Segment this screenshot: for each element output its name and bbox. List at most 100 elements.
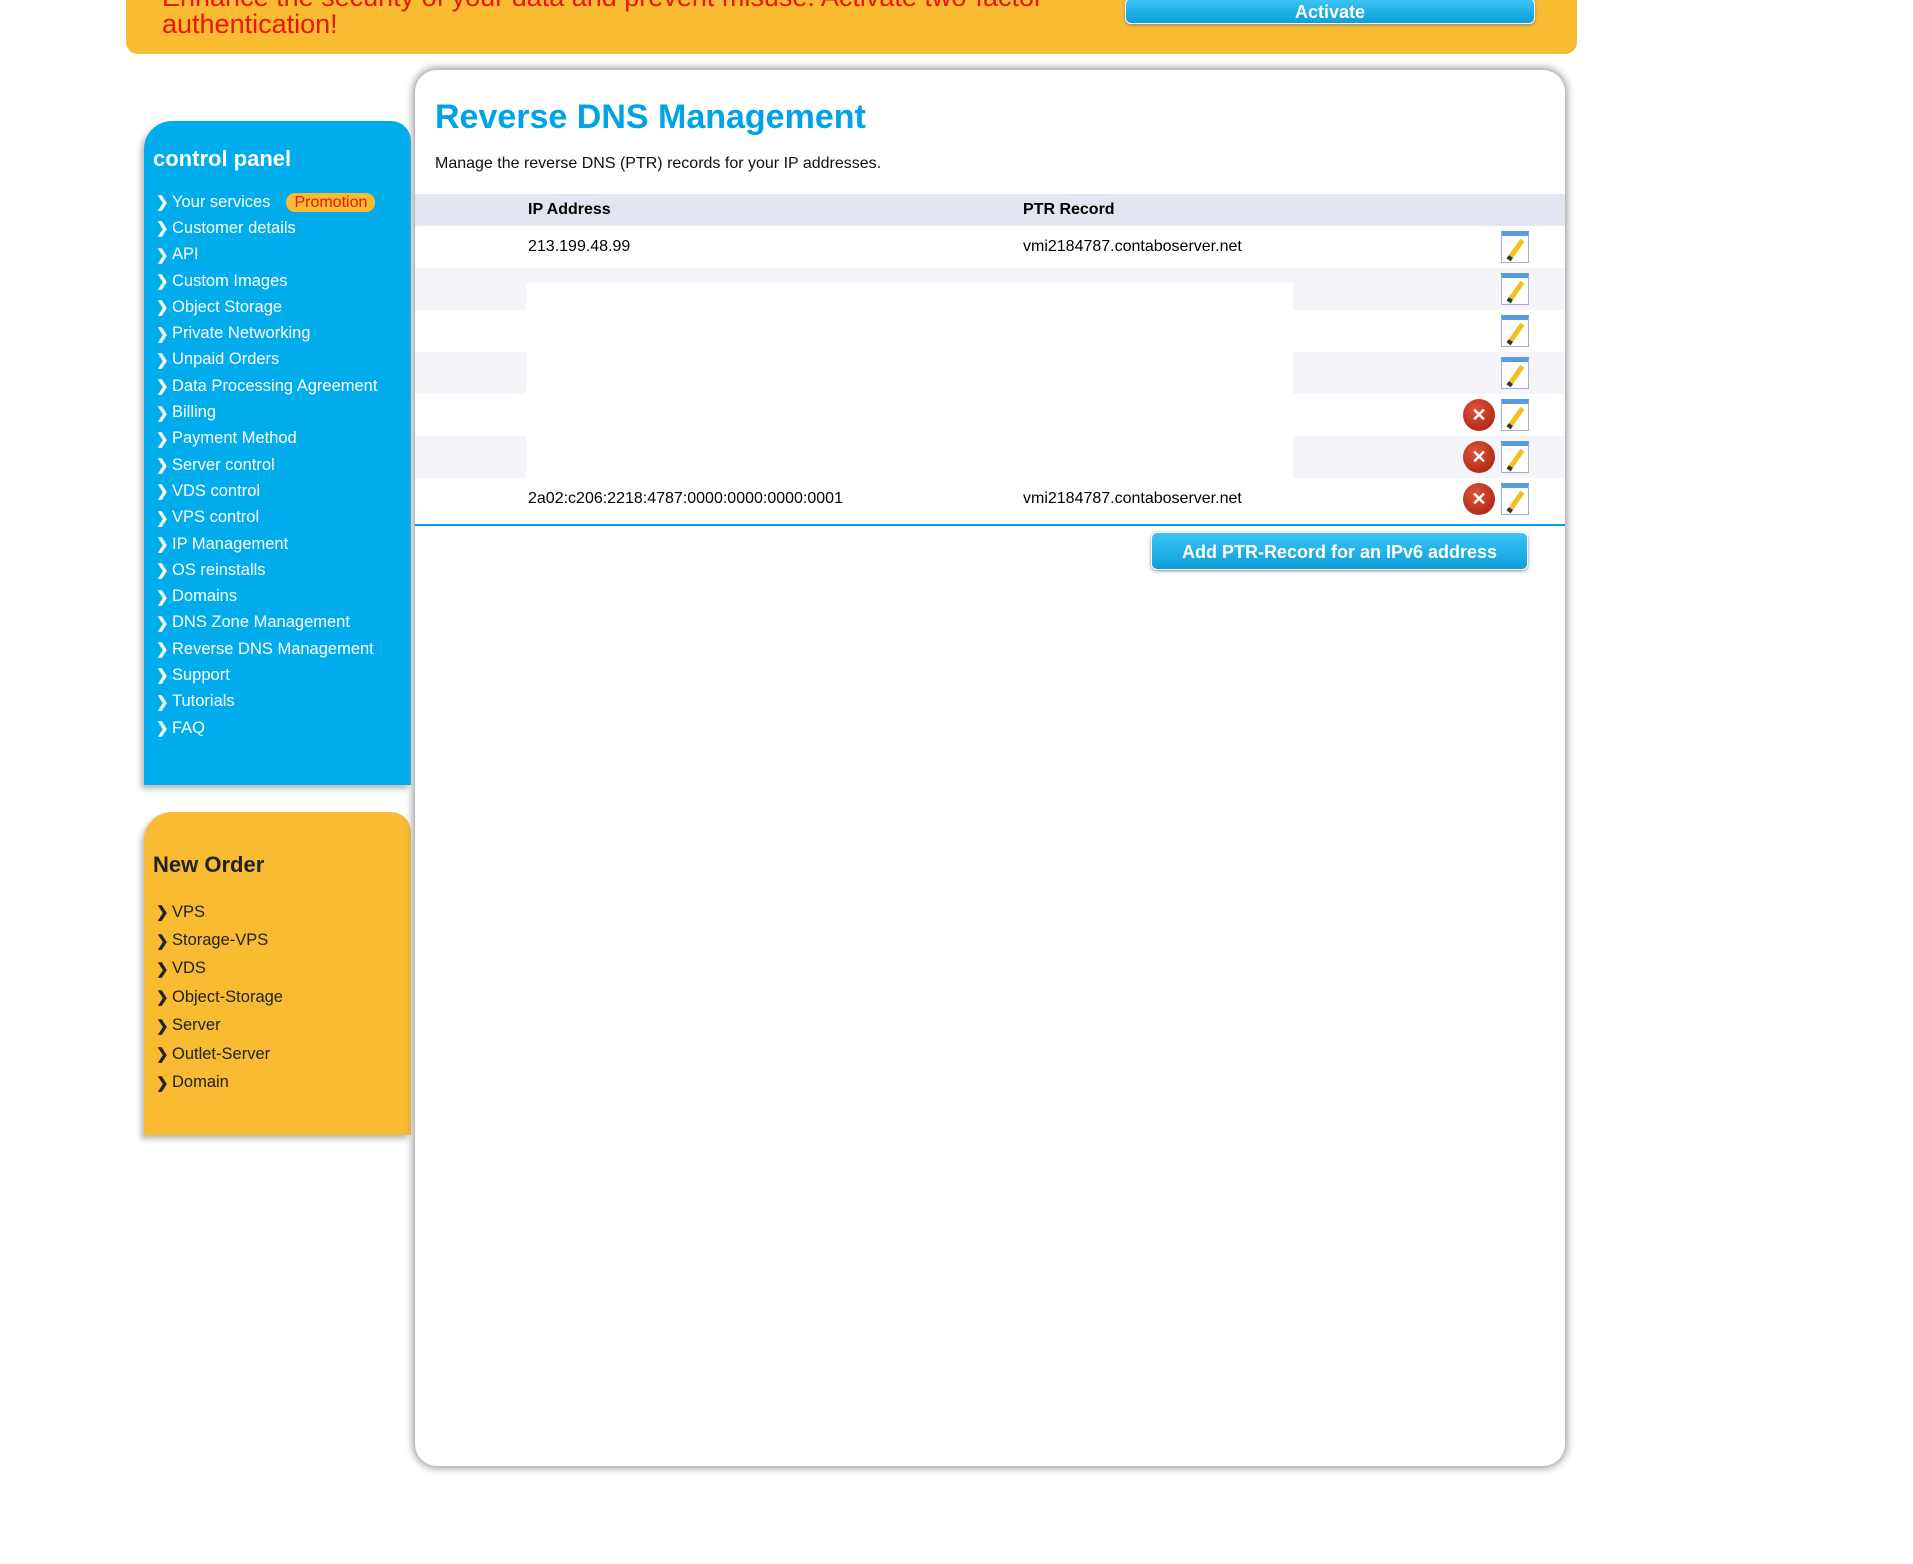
- edit-icon[interactable]: [1499, 398, 1531, 432]
- sidebar-item-outlet-server[interactable]: ❯ Outlet-Server: [156, 1040, 283, 1068]
- chevron-right-icon: ❯: [156, 246, 169, 264]
- sidebar-item-domains[interactable]: ❯ Domains: [156, 583, 377, 609]
- ip-address-cell: 213.199.48.99: [528, 238, 631, 255]
- chevron-right-icon: ❯: [156, 325, 169, 343]
- sidebar-item-storage-vps[interactable]: ❯ Storage-VPS: [156, 926, 283, 954]
- page-description: Manage the reverse DNS (PTR) records for…: [435, 155, 882, 172]
- control-panel-sidebar: control panel ❯ Your services Promotion ❯ Cu…: [144, 121, 411, 785]
- page-title: Reverse DNS Management: [435, 98, 866, 136]
- row-actions: [1463, 230, 1531, 264]
- sidebar-title: control panel: [153, 146, 292, 171]
- sidebar-item-label: Reverse DNS Management: [172, 639, 374, 658]
- chevron-right-icon: ❯: [156, 483, 169, 501]
- sidebar-item-dns-zone-management[interactable]: ❯ DNS Zone Management: [156, 610, 377, 636]
- ptr-record-cell: vmi2184787.contaboserver.net: [1023, 490, 1242, 507]
- edit-icon[interactable]: [1499, 482, 1531, 516]
- sidebar-item-vps[interactable]: ❯ VPS: [156, 898, 283, 926]
- edit-icon[interactable]: [1499, 440, 1531, 474]
- chevron-right-icon: ❯: [156, 562, 169, 580]
- row-actions: [1463, 272, 1531, 306]
- sidebar-item-vps-control[interactable]: ❯ VPS control: [156, 505, 377, 531]
- sidebar-item-label: Object-Storage: [172, 987, 283, 1006]
- sidebar-item-label: Server: [172, 1016, 221, 1035]
- chevron-right-icon: ❯: [156, 1074, 169, 1092]
- sidebar-item-support[interactable]: ❯ Support: [156, 662, 377, 688]
- chevron-right-icon: ❯: [156, 720, 169, 738]
- sidebar-item-tutorials[interactable]: ❯ Tutorials: [156, 689, 377, 715]
- chevron-right-icon: ❯: [156, 588, 169, 606]
- sidebar-item-label: Billing: [172, 403, 217, 422]
- sidebar-item-object-storage[interactable]: ❯ Object-Storage: [156, 983, 283, 1011]
- chevron-right-icon: ❯: [156, 960, 169, 978]
- chevron-right-icon: ❯: [156, 194, 169, 212]
- sidebar-item-unpaid-orders[interactable]: ❯ Unpaid Orders: [156, 347, 377, 373]
- sidebar-item-label: Support: [172, 665, 230, 684]
- delete-icon[interactable]: ✕: [1463, 441, 1495, 473]
- chevron-right-icon: ❯: [156, 693, 169, 711]
- redacted-area: [526, 283, 1293, 479]
- row-actions: ✕: [1463, 482, 1531, 516]
- chevron-right-icon: ❯: [156, 1046, 169, 1064]
- sidebar-item-custom-images[interactable]: ❯ Custom Images: [156, 268, 377, 294]
- ptr-record-cell: vmi2184787.contaboserver.net: [1023, 238, 1242, 255]
- sidebar-item-reverse-dns-management[interactable]: ❯ Reverse DNS Management: [156, 636, 377, 662]
- sidebar-item-label: IP Management: [172, 534, 289, 553]
- sidebar-item-os-reinstalls[interactable]: ❯ OS reinstalls: [156, 557, 377, 583]
- sidebar-item-label: FAQ: [172, 718, 206, 737]
- sidebar-item-api[interactable]: ❯ API: [156, 242, 377, 268]
- sidebar-item-label: Storage-VPS: [172, 931, 269, 950]
- row-actions: [1463, 356, 1531, 390]
- sidebar-item-ip-management[interactable]: ❯ IP Management: [156, 531, 377, 557]
- edit-icon[interactable]: [1499, 314, 1531, 348]
- two-factor-banner: Enhance the security of your data and pr…: [126, 0, 1577, 54]
- delete-icon[interactable]: ✕: [1463, 399, 1495, 431]
- edit-icon[interactable]: [1499, 230, 1531, 264]
- sidebar-item-label: DNS Zone Management: [172, 613, 350, 632]
- sidebar-item-vds-control[interactable]: ❯ VDS control: [156, 478, 377, 504]
- promotion-badge[interactable]: Promotion: [286, 192, 376, 212]
- sidebar-item-label: Customer details: [172, 218, 296, 237]
- activate-button[interactable]: Activate: [1125, 0, 1535, 24]
- ip-address-cell: 2a02:c206:2218:4787:0000:0000:0000:0001: [528, 490, 843, 507]
- sidebar-item-server[interactable]: ❯ Server: [156, 1012, 283, 1040]
- sidebar-item-label: Tutorials: [172, 692, 235, 711]
- sidebar-menu: ❯ Your services Promotion ❯ Customer details…: [156, 189, 377, 741]
- sidebar-item-domain[interactable]: ❯ Domain: [156, 1068, 283, 1096]
- sidebar-item-your-services[interactable]: ❯ Your services Promotion: [156, 189, 377, 215]
- table-header: IP Address PTR Record: [415, 194, 1565, 226]
- chevron-right-icon: ❯: [156, 430, 169, 448]
- delete-icon[interactable]: ✕: [1463, 483, 1495, 515]
- sidebar-item-object-storage[interactable]: ❯ Object Storage: [156, 294, 377, 320]
- sidebar-item-customer-details[interactable]: ❯ Customer details: [156, 215, 377, 241]
- chevron-right-icon: ❯: [156, 667, 169, 685]
- sidebar-item-label: VDS control: [172, 481, 261, 500]
- sidebar-item-data-processing-agreement[interactable]: ❯ Data Processing Agreement: [156, 373, 377, 399]
- sidebar-item-label: Your services: [172, 192, 271, 211]
- new-order-title: New Order: [153, 852, 265, 877]
- row-actions: ✕: [1463, 440, 1531, 474]
- edit-icon[interactable]: [1499, 272, 1531, 306]
- sidebar-item-billing[interactable]: ❯ Billing: [156, 399, 377, 425]
- sidebar-item-server-control[interactable]: ❯ Server control: [156, 452, 377, 478]
- sidebar-item-vds[interactable]: ❯ VDS: [156, 955, 283, 983]
- chevron-right-icon: ❯: [156, 904, 169, 922]
- sidebar-item-payment-method[interactable]: ❯ Payment Method: [156, 426, 377, 452]
- chevron-right-icon: ❯: [156, 1017, 169, 1035]
- sidebar-item-label: VDS: [172, 959, 206, 978]
- chevron-right-icon: ❯: [156, 220, 169, 238]
- sidebar-item-label: Custom Images: [172, 271, 288, 290]
- edit-icon[interactable]: [1499, 356, 1531, 390]
- sidebar-item-faq[interactable]: ❯ FAQ: [156, 715, 377, 741]
- chevron-right-icon: ❯: [156, 509, 169, 527]
- sidebar-item-label: API: [172, 245, 199, 264]
- sidebar-item-private-networking[interactable]: ❯ Private Networking: [156, 320, 377, 346]
- chevron-right-icon: ❯: [156, 273, 169, 291]
- row-actions: ✕: [1463, 398, 1531, 432]
- chevron-right-icon: ❯: [156, 457, 169, 475]
- sidebar-item-label: VPS control: [172, 508, 260, 527]
- chevron-right-icon: ❯: [156, 614, 169, 632]
- sidebar-item-label: Object Storage: [172, 297, 283, 316]
- chevron-right-icon: ❯: [156, 536, 169, 553]
- sidebar-item-label: Outlet-Server: [172, 1044, 271, 1063]
- add-ptr-record-button[interactable]: Add PTR-Record for an IPv6 address: [1151, 532, 1528, 570]
